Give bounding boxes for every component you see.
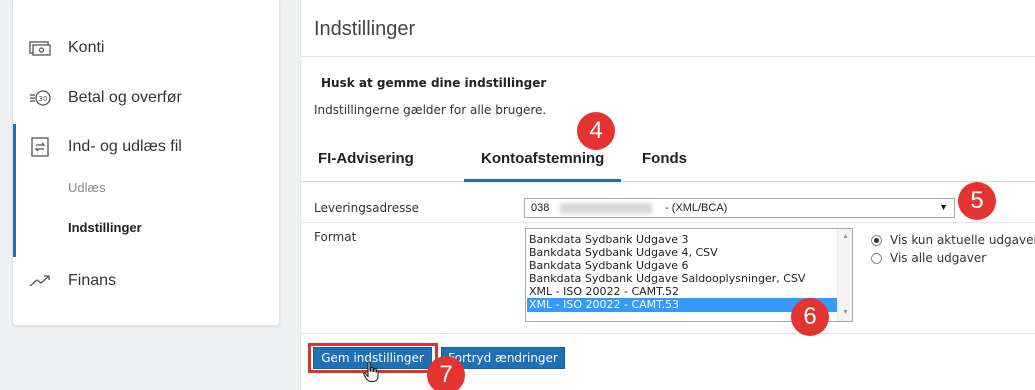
radio-all-versions[interactable]: Vis alle udgaver — [871, 251, 986, 265]
file-exchange-icon — [29, 136, 51, 158]
dropdown-arrow-icon: ▼ — [939, 202, 948, 212]
step-marker-4: 4 — [577, 112, 615, 150]
trend-icon — [29, 270, 51, 292]
tab-fonds[interactable]: Fonds — [642, 150, 687, 167]
sidebar-item-label: Finans — [68, 272, 117, 289]
listbox-scrollbar[interactable]: ▲ ▼ — [837, 229, 852, 321]
sidebar: Konti 30 Betal og overfør Ind- og udlæs … — [12, 0, 280, 326]
format-label: Format — [314, 230, 357, 244]
sidebar-item-finans[interactable]: Finans — [13, 261, 279, 301]
step-marker-7: 7 — [427, 356, 465, 390]
settings-panel: Indstillinger Husk at gemme dine indstil… — [300, 0, 1035, 390]
step-marker-5: 5 — [958, 182, 996, 220]
sidebar-item-label: Ind- og udlæs fil — [68, 138, 182, 155]
format-option[interactable]: Bankdata Sydbank Udgave 4, CSV — [529, 246, 718, 259]
sidebar-item-ind-udlaes[interactable]: Ind- og udlæs fil — [13, 127, 279, 167]
notice-text: Indstillingerne gælder for alle brugere. — [314, 103, 547, 117]
sidebar-item-label: Betal og overfør — [68, 89, 182, 106]
redacted-account — [560, 203, 652, 214]
hand-cursor-icon — [363, 361, 379, 382]
active-tab-indicator — [464, 179, 621, 182]
divider — [301, 333, 1035, 334]
page-title: Indstillinger — [314, 18, 416, 40]
radio-current-versions[interactable]: Vis kun aktuelle udgaver — [871, 233, 1035, 247]
scroll-up-icon[interactable]: ▲ — [842, 233, 849, 240]
format-option[interactable]: Bankdata Sydbank Udgave 6 — [529, 259, 688, 272]
delivery-address-label: Leveringsadresse — [314, 201, 419, 215]
radio-button[interactable] — [871, 252, 882, 264]
radio-label: Vis alle udgaver — [890, 251, 987, 265]
delivery-address-prefix: 038 — [531, 202, 550, 214]
svg-text:30: 30 — [39, 95, 48, 103]
notice-heading: Husk at gemme dine indstillinger — [321, 76, 547, 90]
radio-label: Vis kun aktuelle udgaver — [890, 233, 1035, 247]
radio-button-checked[interactable] — [871, 234, 882, 246]
step-marker-6: 6 — [791, 298, 829, 336]
tab-fi-advisering[interactable]: FI-Advisering — [318, 150, 414, 167]
divider — [301, 56, 1035, 57]
delivery-address-select[interactable]: 038 - (XML/BCA) ▼ — [524, 198, 955, 218]
sidebar-item-konti[interactable]: Konti — [13, 28, 279, 68]
delivery-address-suffix: - (XML/BCA) — [665, 202, 728, 214]
scroll-down-icon[interactable]: ▼ — [842, 309, 849, 316]
cash-icon — [29, 37, 51, 59]
coin-transfer-icon: 30 — [29, 87, 51, 109]
sidebar-item-label: Konti — [68, 39, 105, 56]
format-option[interactable]: Bankdata Sydbank Udgave Saldooplysninger… — [529, 272, 805, 285]
sidebar-subitem-indstillinger[interactable]: Indstillinger — [68, 220, 142, 235]
tab-kontoafstemning[interactable]: Kontoafstemning — [481, 150, 604, 167]
sidebar-subitem-udlaes[interactable]: Udlæs — [68, 180, 106, 195]
sidebar-item-betal[interactable]: 30 Betal og overfør — [13, 78, 279, 118]
divider — [301, 222, 1035, 223]
format-option[interactable]: Bankdata Sydbank Udgave 3 — [529, 233, 688, 246]
tab-bar: FI-Advisering Kontoafstemning Fonds — [301, 142, 1035, 182]
format-option[interactable]: XML - ISO 20022 - CAMT.52 — [529, 285, 679, 298]
